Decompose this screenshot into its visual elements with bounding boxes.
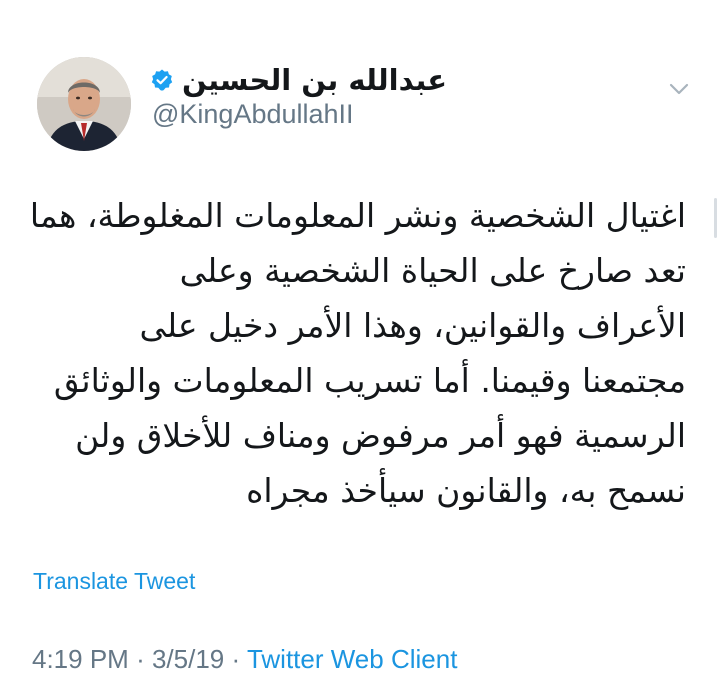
tweet-date[interactable]: 3/5/19 [152, 644, 224, 674]
tweet-text-line: الرسمية فهو أمر مرفوض ومناف للأخلاق ولن [75, 416, 686, 455]
tweet-card: عبدالله بن الحسين @KingAbdullahII اغتيال… [0, 0, 720, 678]
scrollbar-thumb[interactable] [714, 198, 717, 238]
profile-photo [37, 57, 131, 151]
author-display-name[interactable]: عبدالله بن الحسين [182, 63, 447, 97]
tweet-client-link[interactable]: Twitter Web Client [247, 644, 457, 674]
meta-separator: · [231, 644, 241, 674]
chevron-down-icon [669, 83, 689, 95]
tweet-text: اغتيال الشخصية ونشر المعلومات المغلوطة، … [29, 188, 686, 518]
tweet-metadata: 4:19 PM · 3/5/19 · Twitter Web Client [32, 644, 457, 675]
author-name-row[interactable]: عبدالله بن الحسين [150, 60, 447, 100]
tweet-text-line: الأعراف والقوانين، وهذا الأمر دخيل على [139, 306, 686, 345]
tweet-menu-button[interactable] [664, 76, 694, 102]
tweet-time[interactable]: 4:19 PM [32, 644, 129, 674]
author-handle[interactable]: @KingAbdullahII [152, 99, 354, 130]
verified-badge-icon [150, 68, 174, 92]
avatar[interactable] [37, 57, 131, 151]
meta-separator: · [136, 644, 145, 674]
tweet-text-line: نسمح به، والقانون سيأخذ مجراه [246, 471, 686, 510]
translate-tweet-link[interactable]: Translate Tweet [33, 568, 195, 595]
tweet-text-line: مجتمعنا وقيمنا. أما تسريب المعلومات والو… [53, 361, 686, 400]
tweet-text-line: اغتيال الشخصية ونشر المعلومات المغلوطة، … [29, 196, 686, 235]
tweet-text-line: تعد صارخ على الحياة الشخصية وعلى [179, 251, 686, 290]
